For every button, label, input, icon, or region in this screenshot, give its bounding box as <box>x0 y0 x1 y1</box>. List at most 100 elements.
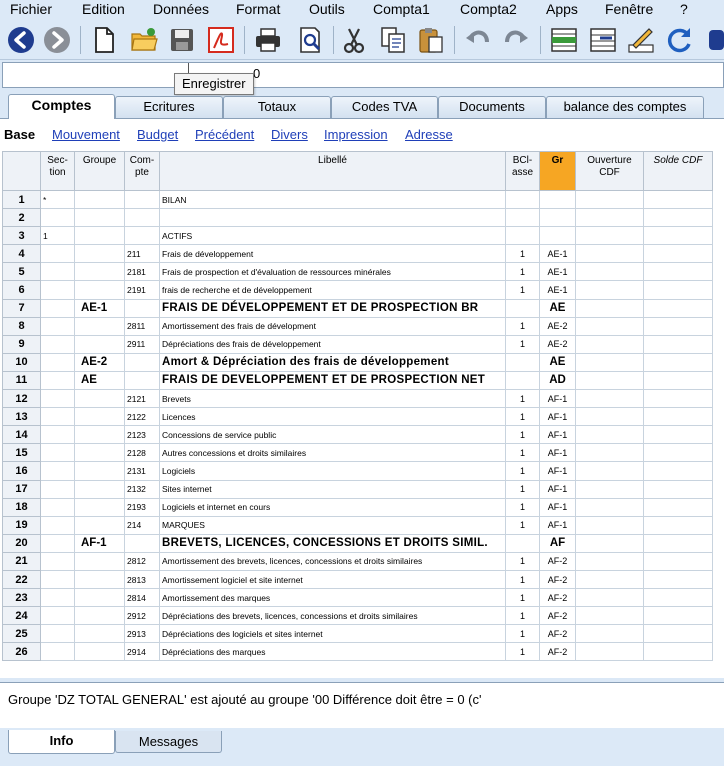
table-row[interactable]: 11 AE FRAIS DE DEVELOPPEMENT ET DE PROSPEC… <box>2 370 713 391</box>
delete-rows-icon[interactable] <box>587 24 619 56</box>
table-row[interactable]: 15 2128 Autres concessions et droits simil… <box>2 443 713 463</box>
cell-bciasse[interactable] <box>505 226 540 246</box>
cell-compte[interactable] <box>124 370 160 391</box>
cell-solde[interactable] <box>643 262 713 282</box>
redo-icon[interactable] <box>500 24 532 56</box>
tab-ecritures[interactable]: Ecritures <box>115 96 223 118</box>
cell-compte[interactable] <box>124 189 160 210</box>
insert-rows-icon[interactable] <box>548 24 580 56</box>
cell-gr[interactable]: AF-1 <box>539 497 576 517</box>
cell-ouverture[interactable] <box>575 515 644 535</box>
cell-bciasse[interactable]: 1 <box>505 244 540 264</box>
cell-bciasse[interactable]: 1 <box>505 316 540 336</box>
cell-solde[interactable] <box>643 588 713 608</box>
menu-donnees[interactable]: Données <box>153 1 209 17</box>
cell-bciasse[interactable]: 1 <box>505 443 540 463</box>
view-divers[interactable]: Divers <box>271 127 308 142</box>
cell-compte[interactable]: 2911 <box>124 334 160 354</box>
cell-solde[interactable] <box>643 189 713 210</box>
table-row[interactable]: 14 2123 Concessions de service public 1 AF-1 <box>2 425 713 445</box>
cell-groupe[interactable] <box>74 244 125 264</box>
cell-gr[interactable]: AF-2 <box>539 588 576 608</box>
cell-libelle[interactable]: Amortissement des frais de dévelopment <box>159 316 506 336</box>
cell-solde[interactable] <box>643 642 713 662</box>
cell-section[interactable] <box>40 588 75 608</box>
cell-section[interactable] <box>40 551 75 571</box>
cell-solde[interactable] <box>643 407 713 427</box>
col-solde[interactable]: Solde CDF <box>643 151 713 191</box>
cell-libelle[interactable]: Dépréciations des brevets, licences, con… <box>159 606 506 626</box>
cell-compte[interactable]: 2132 <box>124 479 160 499</box>
cell-compte[interactable]: 2121 <box>124 389 160 409</box>
cell-solde[interactable] <box>643 533 713 553</box>
cell-compte[interactable]: 2191 <box>124 280 160 300</box>
menu-format[interactable]: Format <box>236 1 280 17</box>
table-row[interactable]: 26 2914 Dépréciations des marques 1 AF-2 <box>2 642 713 662</box>
cell-gr[interactable] <box>539 189 576 210</box>
cell-bciasse[interactable]: 1 <box>505 551 540 571</box>
cell-section[interactable] <box>40 533 75 553</box>
col-gr[interactable]: Gr <box>539 151 576 191</box>
table-row[interactable]: 17 2132 Sites internet 1 AF-1 <box>2 479 713 499</box>
cell-groupe[interactable] <box>74 425 125 445</box>
cell-edit-field[interactable]: 0 <box>2 62 724 88</box>
cell-groupe[interactable] <box>74 497 125 517</box>
cell-bciasse[interactable]: 1 <box>505 407 540 427</box>
cell-solde[interactable] <box>643 551 713 571</box>
cell-section[interactable] <box>40 479 75 499</box>
cell-libelle[interactable]: BREVETS, LICENCES, CONCESSIONS ET DROITS… <box>159 533 506 553</box>
print-preview-icon[interactable] <box>294 24 326 56</box>
table-row[interactable]: 2 <box>2 208 713 228</box>
cell-groupe[interactable] <box>74 479 125 499</box>
cell-compte[interactable]: 2814 <box>124 588 160 608</box>
cell-gr[interactable]: AF-1 <box>539 389 576 409</box>
cell-compte[interactable] <box>124 533 160 553</box>
cell-compte[interactable]: 2813 <box>124 569 160 590</box>
cell-ouverture[interactable] <box>575 244 644 264</box>
cell-groupe[interactable] <box>74 443 125 463</box>
menu-fenetre[interactable]: Fenêtre <box>605 1 653 17</box>
col-compte[interactable]: Com-pte <box>124 151 160 191</box>
cell-section[interactable] <box>40 624 75 644</box>
cell-ouverture[interactable] <box>575 316 644 336</box>
view-adresse[interactable]: Adresse <box>405 127 453 142</box>
cell-section[interactable] <box>40 606 75 626</box>
cell-gr[interactable]: AF-2 <box>539 569 576 590</box>
cell-gr[interactable] <box>539 208 576 228</box>
cell-libelle[interactable]: Amortissement des marques <box>159 588 506 608</box>
cell-ouverture[interactable] <box>575 533 644 553</box>
table-row[interactable]: 8 2811 Amortissement des frais de dévelopm… <box>2 316 713 336</box>
cell-gr[interactable]: AE-1 <box>539 262 576 282</box>
cell-compte[interactable]: 2123 <box>124 425 160 445</box>
cell-section[interactable] <box>40 443 75 463</box>
cell-ouverture[interactable] <box>575 588 644 608</box>
table-row[interactable]: 10 AE-2 Amort & Dépréciation des frais de … <box>2 352 713 372</box>
cell-bciasse[interactable] <box>505 189 540 210</box>
cell-ouverture[interactable] <box>575 497 644 517</box>
cell-gr[interactable]: AF-2 <box>539 551 576 571</box>
tab-codes-tva[interactable]: Codes TVA <box>331 96 438 118</box>
cell-section[interactable] <box>40 407 75 427</box>
menu-help[interactable]: ? <box>680 1 688 17</box>
cell-solde[interactable] <box>643 226 713 246</box>
cell-bciasse[interactable]: 1 <box>505 569 540 590</box>
cell-compte[interactable]: 2914 <box>124 642 160 662</box>
cell-groupe[interactable] <box>74 569 125 590</box>
cell-solde[interactable] <box>643 298 713 318</box>
view-base[interactable]: Base <box>4 127 35 142</box>
cell-solde[interactable] <box>643 461 713 481</box>
table-row[interactable]: 3 1 ACTIFS <box>2 226 713 246</box>
cell-ouverture[interactable] <box>575 298 644 318</box>
cell-groupe[interactable]: AE-2 <box>74 352 125 372</box>
cell-bciasse[interactable]: 1 <box>505 606 540 626</box>
view-precedent[interactable]: Précédent <box>195 127 254 142</box>
cell-libelle[interactable]: Frais de prospection et d'évaluation de … <box>159 262 506 282</box>
paste-icon[interactable] <box>415 24 447 56</box>
cell-ouverture[interactable] <box>575 352 644 372</box>
cell-gr[interactable]: AF-2 <box>539 606 576 626</box>
cell-solde[interactable] <box>643 425 713 445</box>
cell-libelle[interactable]: Amort & Dépréciation des frais de dévelo… <box>159 352 506 372</box>
cell-ouverture[interactable] <box>575 334 644 354</box>
cell-section[interactable]: 1 <box>40 226 75 246</box>
cell-libelle[interactable]: BILAN <box>159 189 506 210</box>
